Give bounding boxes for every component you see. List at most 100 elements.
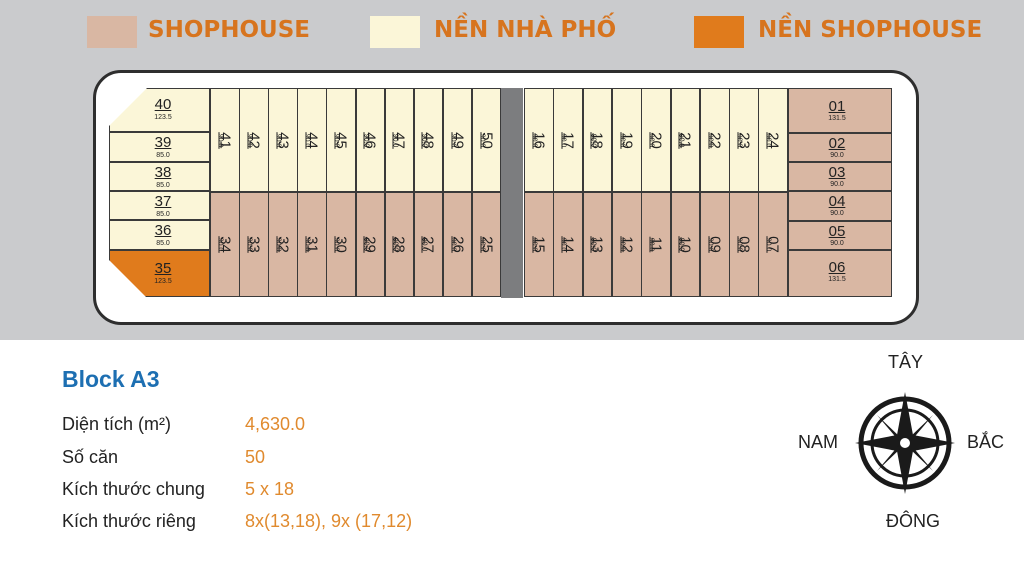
lot-27[interactable]: 27 90.0 (413, 192, 444, 297)
lot-32[interactable]: 32 90.0 (268, 192, 298, 297)
lot-area: 90.0 (216, 237, 224, 252)
lot-11[interactable]: 11 90.0 (641, 192, 671, 297)
info-label-units: Số căn (62, 447, 119, 467)
compass-label-west: TÂY (888, 352, 924, 372)
compass-label-south: NAM (798, 432, 838, 452)
legend-label-nen-nha-pho: NỀN NHÀ PHỐ (434, 17, 617, 43)
lot-area: 90.0 (588, 237, 596, 252)
lot-area: 90.0 (245, 133, 253, 148)
lot-area: 90.0 (478, 133, 486, 148)
block-title: Block A3 (62, 366, 160, 392)
lot-15[interactable]: 15 90.0 (524, 192, 554, 297)
lot-14[interactable]: 14 90.0 (553, 192, 584, 297)
lot-area: 85.0 (156, 152, 170, 159)
lot-10[interactable]: 10 90.0 (670, 192, 701, 297)
lot-42[interactable]: 42 90.0 (239, 88, 269, 192)
lot-area: 90.0 (618, 133, 626, 148)
lot-area: 90.0 (830, 210, 844, 217)
lot-29[interactable]: 29 90.0 (355, 192, 386, 297)
lot-13[interactable]: 13 90.0 (582, 192, 613, 297)
lot-area: 90.0 (588, 133, 596, 148)
internal-road (501, 88, 523, 298)
lot-05[interactable]: 05 90.0 (788, 221, 892, 250)
lot-area: 90.0 (764, 133, 772, 148)
compass-label-north: BẮC (967, 432, 1005, 452)
info-value-general-size: 5 x 18 (245, 479, 295, 499)
lot-06[interactable]: 06 131.5 (788, 250, 892, 297)
lot-area: 90.0 (530, 133, 538, 148)
lot-number: 35 (154, 260, 172, 277)
lot-area: 90.0 (559, 133, 567, 148)
lot-45[interactable]: 45 90.0 (326, 88, 356, 192)
lot-area: 90.0 (303, 237, 311, 252)
legend-label-shophouse: SHOPHOUSE (148, 17, 310, 43)
lot-area: 90.0 (361, 133, 369, 148)
lot-43[interactable]: 43 90.0 (268, 88, 298, 192)
lot-09[interactable]: 09 90.0 (699, 192, 730, 297)
lot-area: 90.0 (449, 237, 457, 252)
lot-47[interactable]: 47 90.0 (384, 88, 415, 192)
lot-number: 01 (828, 98, 846, 115)
lot-area: 90.0 (559, 237, 567, 252)
lot-23[interactable]: 23 90.0 (729, 88, 759, 192)
lot-number: 05 (828, 223, 846, 240)
lot-41[interactable]: 41 90.0 (210, 88, 240, 192)
lot-number: 40 (154, 96, 172, 113)
lot-18[interactable]: 18 90.0 (582, 88, 613, 192)
compass-label-east: ĐÔNG (886, 511, 940, 531)
lot-area: 90.0 (361, 237, 369, 252)
lot-39[interactable]: 39 85.0 (109, 132, 210, 162)
lot-30[interactable]: 30 90.0 (326, 192, 356, 297)
lot-49[interactable]: 49 90.0 (442, 88, 473, 192)
lot-area: 90.0 (478, 237, 486, 252)
lot-20[interactable]: 20 90.0 (641, 88, 671, 192)
lot-area: 90.0 (449, 133, 457, 148)
lot-44[interactable]: 44 90.0 (297, 88, 327, 192)
lot-number: 36 (154, 222, 172, 239)
lot-02[interactable]: 02 90.0 (788, 133, 892, 162)
lot-46[interactable]: 46 90.0 (355, 88, 386, 192)
lot-28[interactable]: 28 90.0 (384, 192, 415, 297)
lot-area: 90.0 (706, 237, 714, 252)
lot-25[interactable]: 25 90.0 (471, 192, 502, 297)
lot-17[interactable]: 17 90.0 (553, 88, 584, 192)
lot-area: 90.0 (274, 133, 282, 148)
lot-12[interactable]: 12 90.0 (611, 192, 642, 297)
lot-50[interactable]: 50 90.0 (471, 88, 502, 192)
lot-48[interactable]: 48 90.0 (413, 88, 444, 192)
lot-31[interactable]: 31 90.0 (297, 192, 327, 297)
lot-area: 90.0 (735, 237, 743, 252)
lot-16[interactable]: 16 90.0 (524, 88, 554, 192)
lot-24[interactable]: 24 90.0 (758, 88, 789, 192)
lot-19[interactable]: 19 90.0 (611, 88, 642, 192)
lot-area: 90.0 (216, 133, 224, 148)
legend-label-nen-shophouse: NỀN SHOPHOUSE (758, 17, 983, 43)
lot-03[interactable]: 03 90.0 (788, 162, 892, 191)
lot-22[interactable]: 22 90.0 (699, 88, 730, 192)
lot-area: 85.0 (156, 211, 170, 218)
lot-34[interactable]: 34 90.0 (210, 192, 240, 297)
lot-number: 39 (154, 134, 172, 151)
info-value-units: 50 (245, 447, 266, 467)
lot-area: 90.0 (647, 237, 655, 252)
lot-area: 90.0 (390, 133, 398, 148)
lot-38[interactable]: 38 85.0 (109, 162, 210, 191)
lot-01[interactable]: 01 131.5 (788, 88, 892, 133)
lot-26[interactable]: 26 90.0 (442, 192, 473, 297)
lot-08[interactable]: 08 90.0 (729, 192, 759, 297)
lot-37[interactable]: 37 85.0 (109, 191, 210, 220)
lot-33[interactable]: 33 90.0 (239, 192, 269, 297)
lot-area: 90.0 (764, 237, 772, 252)
lot-number: 03 (828, 164, 846, 181)
lot-04[interactable]: 04 90.0 (788, 191, 892, 221)
lot-number: 38 (154, 164, 172, 181)
lot-area: 131.5 (828, 115, 846, 122)
lot-07[interactable]: 07 90.0 (758, 192, 789, 297)
lot-number: 02 (828, 135, 846, 152)
legend-swatch-nen-shophouse (694, 16, 744, 48)
lot-21[interactable]: 21 90.0 (670, 88, 701, 192)
lot-number: 04 (828, 193, 846, 210)
map-panel: SHOPHOUSE NỀN NHÀ PHỐ NỀN SHOPHOUSE 40 12… (0, 0, 1024, 340)
lot-36[interactable]: 36 85.0 (109, 220, 210, 250)
lot-area: 90.0 (830, 181, 844, 188)
